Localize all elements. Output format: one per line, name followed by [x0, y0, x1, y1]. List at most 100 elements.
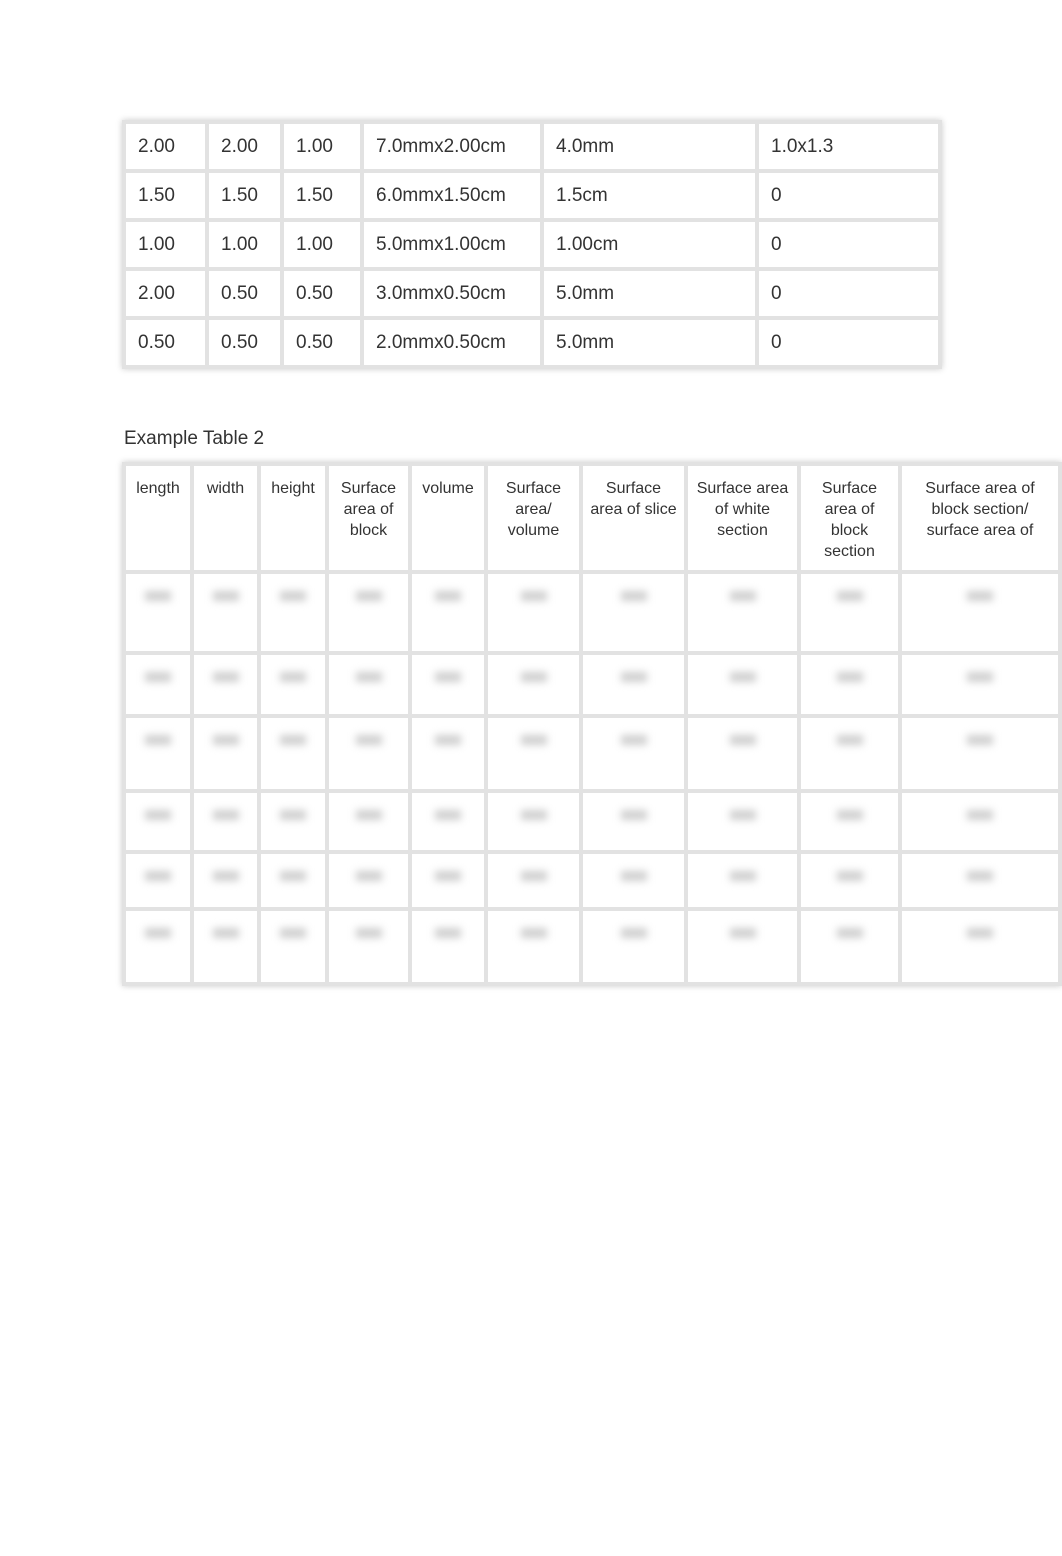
redacted-value — [145, 928, 171, 938]
table-cell: 5.0mm — [540, 267, 759, 320]
blurred-cell — [797, 570, 902, 655]
blurred-cell — [684, 907, 801, 986]
table-cell: 0.50 — [205, 267, 284, 320]
blurred-cell — [257, 714, 329, 793]
blurred-cell — [408, 789, 488, 854]
redacted-value — [967, 672, 993, 682]
column-header: width — [190, 462, 261, 574]
blurred-cell — [190, 651, 261, 718]
redacted-value — [520, 928, 547, 938]
column-header: Surface area/ volume — [484, 462, 583, 574]
table-cell: 1.00 — [205, 218, 284, 271]
column-header: Surface area of slice — [579, 462, 688, 574]
example-table-2: length width height Surface area of block vo… — [122, 462, 1062, 986]
redacted-value — [145, 672, 171, 682]
blurred-cell — [484, 789, 583, 854]
blurred-cell — [684, 714, 801, 793]
blurred-cell — [122, 789, 194, 854]
column-header: Surface area of block — [325, 462, 412, 574]
table-row: 0.50 0.50 0.50 2.0mmx0.50cm 5.0mm 0 — [122, 316, 942, 369]
redacted-value — [355, 871, 382, 881]
redacted-value — [836, 871, 863, 881]
redacted-value — [212, 810, 239, 820]
redacted-value — [620, 928, 647, 938]
document-page: 2.00 2.00 1.00 7.0mmx2.00cm 4.0mm 1.0x1.3 1.50… — [0, 0, 1062, 1556]
redacted-value — [280, 591, 306, 601]
redacted-value — [280, 810, 306, 820]
redacted-value — [836, 810, 863, 820]
redacted-value — [836, 928, 863, 938]
table-cell: 4.0mm — [540, 120, 759, 173]
blurred-cell — [484, 907, 583, 986]
blurred-table-row — [122, 570, 1062, 655]
redacted-value — [145, 810, 171, 820]
blurred-cell — [898, 714, 1062, 793]
table-cell: 5.0mm — [540, 316, 759, 369]
redacted-value — [280, 928, 306, 938]
blurred-cell — [257, 651, 329, 718]
blurred-cell — [190, 907, 261, 986]
table-cell: 0.50 — [280, 316, 364, 369]
blurred-cell — [122, 570, 194, 655]
redacted-value — [729, 591, 756, 601]
redacted-value — [836, 735, 863, 745]
table-cell: 0 — [755, 267, 942, 320]
redacted-value — [967, 591, 993, 601]
table-row: 1.00 1.00 1.00 5.0mmx1.00cm 1.00cm 0 — [122, 218, 942, 271]
redacted-value — [212, 928, 239, 938]
redacted-value — [145, 871, 171, 881]
redacted-value — [729, 928, 756, 938]
blurred-cell — [684, 789, 801, 854]
redacted-value — [212, 735, 239, 745]
blurred-cell — [579, 907, 688, 986]
redacted-value — [435, 672, 461, 682]
table-cell: 3.0mmx0.50cm — [360, 267, 544, 320]
blurred-table-row — [122, 714, 1062, 793]
redacted-value — [729, 871, 756, 881]
redacted-value — [435, 810, 461, 820]
redacted-value — [435, 735, 461, 745]
table-row: 1.50 1.50 1.50 6.0mmx1.50cm 1.5cm 0 — [122, 169, 942, 222]
blurred-table-row — [122, 651, 1062, 718]
blurred-cell — [898, 570, 1062, 655]
blurred-cell — [325, 907, 412, 986]
redacted-value — [520, 591, 547, 601]
blurred-cell — [122, 651, 194, 718]
column-header: height — [257, 462, 329, 574]
table-cell: 1.0x1.3 — [755, 120, 942, 173]
redacted-value — [212, 672, 239, 682]
blurred-cell — [325, 570, 412, 655]
blurred-cell — [684, 570, 801, 655]
blurred-cell — [257, 907, 329, 986]
column-header: Surface area of white section — [684, 462, 801, 574]
redacted-value — [355, 735, 382, 745]
table-cell: 1.00 — [280, 218, 364, 271]
column-header: Surface area of block section/ surface a… — [898, 462, 1062, 574]
redacted-value — [729, 810, 756, 820]
blurred-cell — [579, 850, 688, 911]
redacted-value — [435, 591, 461, 601]
blurred-cell — [579, 570, 688, 655]
blurred-cell — [684, 651, 801, 718]
blurred-cell — [797, 651, 902, 718]
redacted-value — [967, 735, 993, 745]
table-cell: 2.00 — [205, 120, 284, 173]
redacted-value — [280, 735, 306, 745]
redacted-value — [520, 810, 547, 820]
blurred-cell — [484, 850, 583, 911]
redacted-value — [620, 735, 647, 745]
table-cell: 0 — [755, 218, 942, 271]
table-row: 2.00 0.50 0.50 3.0mmx0.50cm 5.0mm 0 — [122, 267, 942, 320]
blurred-cell — [797, 850, 902, 911]
table-cell: 5.0mmx1.00cm — [360, 218, 544, 271]
redacted-value — [967, 810, 993, 820]
blurred-cell — [408, 714, 488, 793]
table-cell: 1.5cm — [540, 169, 759, 222]
table-cell: 0 — [755, 169, 942, 222]
blurred-cell — [190, 850, 261, 911]
blurred-cell — [257, 570, 329, 655]
blurred-cell — [684, 850, 801, 911]
blurred-cell — [579, 789, 688, 854]
blurred-cell — [797, 789, 902, 854]
table-cell: 1.00cm — [540, 218, 759, 271]
